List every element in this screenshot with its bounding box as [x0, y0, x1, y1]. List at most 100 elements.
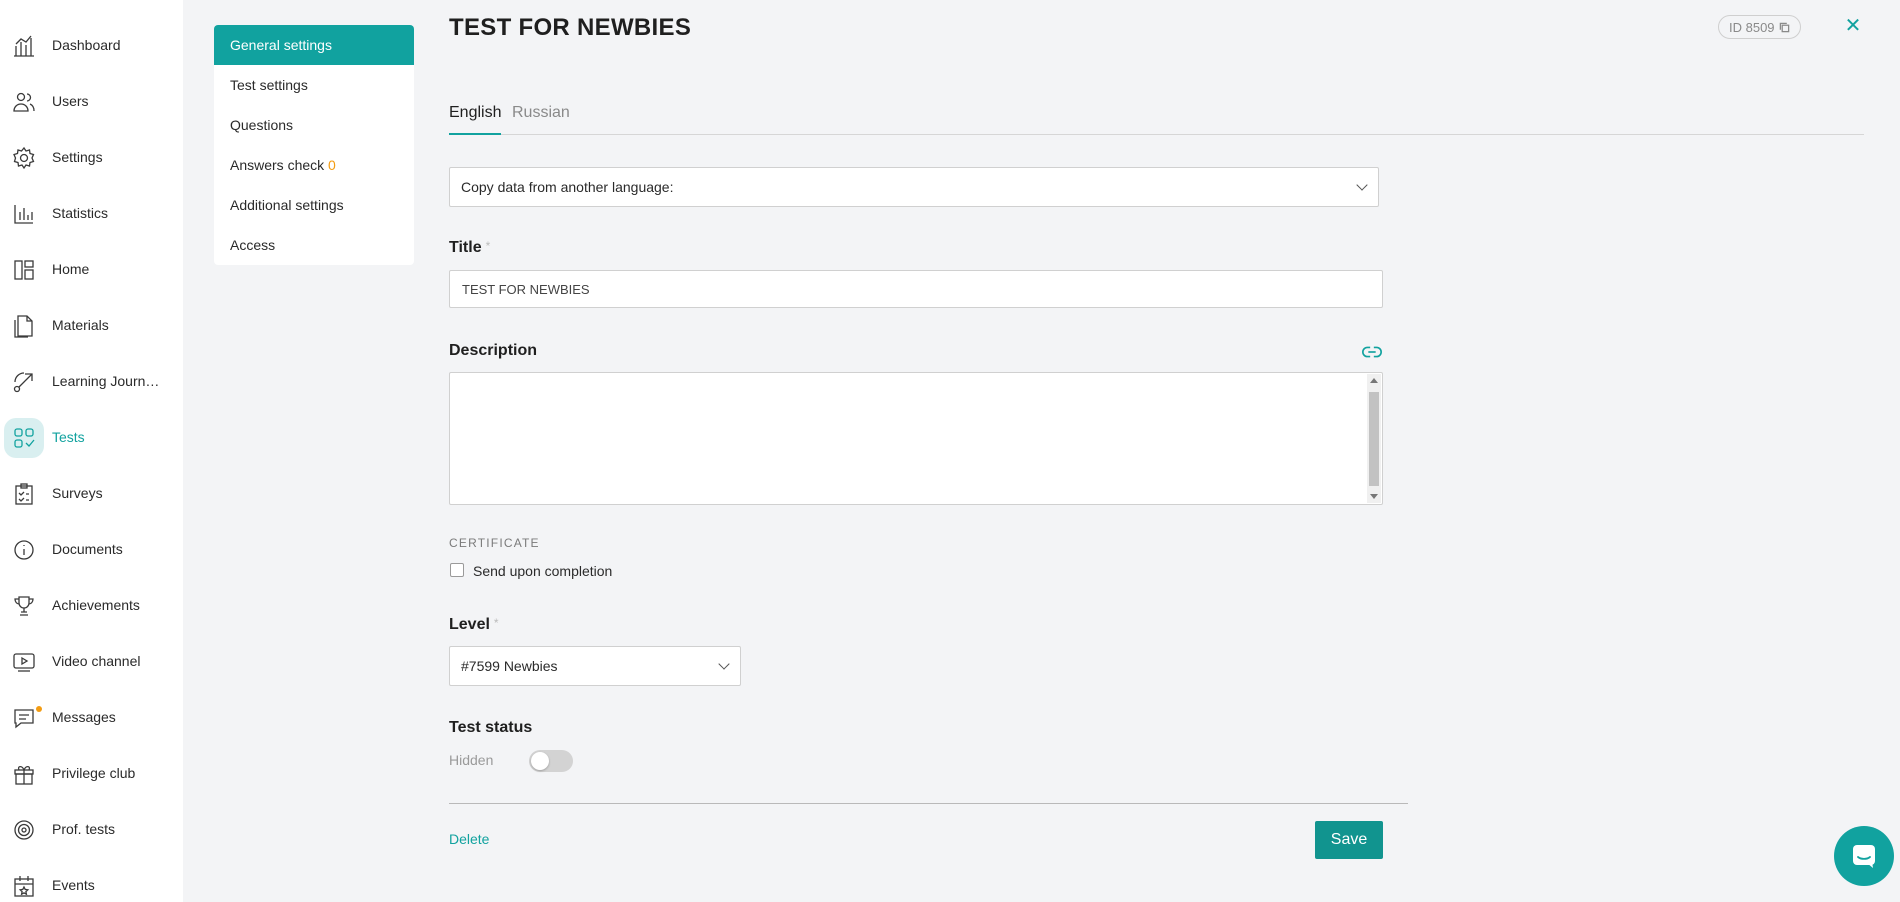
- info-circle-icon: [4, 530, 44, 570]
- nav-item-dashboard[interactable]: Dashboard: [0, 24, 183, 68]
- level-select[interactable]: #7599 Newbies: [449, 646, 741, 686]
- clipboard-icon: [4, 474, 44, 514]
- nav-label: Events: [52, 877, 95, 893]
- nav-label: Messages: [52, 709, 116, 725]
- nav-item-statistics[interactable]: Statistics: [0, 192, 183, 236]
- nav-item-events[interactable]: Events: [0, 864, 183, 902]
- nav-item-privilege-club[interactable]: Privilege club: [0, 752, 183, 796]
- textarea-scrollbar[interactable]: [1367, 374, 1381, 503]
- copy-icon: [1779, 22, 1789, 32]
- nav-item-home[interactable]: Home: [0, 248, 183, 292]
- calendar-icon: [4, 866, 44, 902]
- send-upon-completion-checkbox[interactable]: [450, 563, 464, 577]
- submenu-item-test-settings[interactable]: Test settings: [214, 65, 414, 105]
- chat-icon: [4, 698, 44, 738]
- save-button[interactable]: Save: [1315, 821, 1383, 859]
- certificate-caption: CERTIFICATE: [449, 536, 540, 550]
- nav-label: Achievements: [52, 597, 140, 613]
- video-icon: [4, 642, 44, 682]
- nav-item-prof-tests[interactable]: Prof. tests: [0, 808, 183, 852]
- bar-chart-icon: [4, 194, 44, 234]
- nav-item-learning-journey[interactable]: Learning Journ…: [0, 360, 183, 404]
- answers-check-count-badge: 0: [328, 157, 336, 173]
- language-tabs: English Russian: [449, 100, 1864, 135]
- close-button[interactable]: ✕: [1842, 14, 1864, 38]
- test-status-value: Hidden: [449, 752, 494, 768]
- nav-item-video-channel[interactable]: Video channel: [0, 640, 183, 684]
- toggle-knob: [531, 752, 549, 770]
- nav-label: Users: [52, 93, 89, 109]
- nav-item-achievements[interactable]: Achievements: [0, 584, 183, 628]
- nav-label: Home: [52, 261, 90, 277]
- nav-label: Learning Journ…: [52, 373, 160, 389]
- submenu-item-additional-settings[interactable]: Additional settings: [214, 185, 414, 225]
- nav-label: Video channel: [52, 653, 141, 669]
- title-label: Title *: [449, 239, 490, 257]
- nav-item-materials[interactable]: Materials: [0, 304, 183, 348]
- gift-icon: [4, 754, 44, 794]
- nav-item-messages[interactable]: Messages: [0, 696, 183, 740]
- level-select-value: #7599 Newbies: [461, 658, 558, 674]
- nav-item-tests[interactable]: Tests: [0, 416, 183, 460]
- title-label-text: Title: [449, 239, 482, 256]
- nav-item-settings[interactable]: Settings: [0, 136, 183, 180]
- dashboard-icon: [4, 26, 44, 66]
- id-label: ID 8509: [1729, 19, 1775, 35]
- required-mark: *: [493, 616, 499, 630]
- submenu-item-answers-check[interactable]: Answers check 0: [214, 145, 414, 185]
- nav-item-users[interactable]: Users: [0, 80, 183, 124]
- level-label-text: Level: [449, 616, 490, 633]
- form-divider: [449, 803, 1408, 804]
- nav-label: Settings: [52, 149, 103, 165]
- nav-label: Tests: [52, 429, 85, 445]
- send-upon-completion-label[interactable]: Send upon completion: [473, 563, 612, 579]
- nav-label: Prof. tests: [52, 821, 116, 837]
- unread-dot: [36, 706, 42, 712]
- tests-grid-icon: [4, 418, 44, 458]
- chevron-down-icon: [1356, 179, 1368, 191]
- scroll-up-arrow-icon[interactable]: [1370, 378, 1378, 383]
- scroll-thumb[interactable]: [1369, 392, 1379, 486]
- submenu-item-questions[interactable]: Questions: [214, 105, 414, 145]
- trophy-icon: [4, 586, 44, 626]
- chevron-down-icon: [718, 658, 730, 670]
- id-badge[interactable]: ID 8509: [1718, 15, 1801, 39]
- document-icon: [4, 306, 44, 346]
- required-mark: *: [485, 239, 491, 253]
- copy-language-select[interactable]: Copy data from another language:: [449, 167, 1379, 207]
- nav-label: Dashboard: [52, 37, 121, 53]
- nav-item-surveys[interactable]: Surveys: [0, 472, 183, 516]
- level-label: Level *: [449, 616, 499, 634]
- link-icon[interactable]: [1361, 342, 1383, 362]
- submenu-item-access[interactable]: Access: [214, 225, 414, 265]
- nav-item-documents[interactable]: Documents: [0, 528, 183, 572]
- nav-label: Materials: [52, 317, 109, 333]
- tab-english[interactable]: English: [449, 104, 502, 135]
- submenu-item-label: Answers check: [230, 157, 325, 173]
- delete-link[interactable]: Delete: [449, 831, 489, 847]
- chat-bubble-icon: [1853, 845, 1875, 868]
- nav-label: Statistics: [52, 205, 109, 221]
- main-nav: Dashboard Users Settings Statistics Home…: [0, 0, 183, 902]
- users-icon: [4, 82, 44, 122]
- journey-arrow-icon: [4, 362, 44, 402]
- tab-russian[interactable]: Russian: [512, 104, 570, 135]
- close-icon: ✕: [1844, 15, 1862, 37]
- support-chat-button[interactable]: [1834, 826, 1894, 886]
- copy-language-select-value: Copy data from another language:: [461, 179, 674, 195]
- target-icon: [4, 810, 44, 850]
- test-status-label: Test status: [449, 719, 533, 736]
- gear-icon: [4, 138, 44, 178]
- scroll-down-arrow-icon[interactable]: [1370, 494, 1378, 499]
- home-layout-icon: [4, 250, 44, 290]
- nav-label: Documents: [52, 541, 123, 557]
- test-status-toggle[interactable]: [529, 750, 573, 772]
- submenu-item-general-settings[interactable]: General settings: [214, 25, 414, 65]
- description-label: Description: [449, 342, 538, 359]
- nav-label: Privilege club: [52, 765, 136, 781]
- test-settings-submenu: General settings Test settings Questions…: [214, 25, 414, 265]
- title-input[interactable]: [449, 270, 1383, 308]
- nav-label: Surveys: [52, 485, 103, 501]
- description-textarea[interactable]: [449, 372, 1383, 505]
- page-title: TEST FOR NEWBIES: [449, 14, 692, 41]
